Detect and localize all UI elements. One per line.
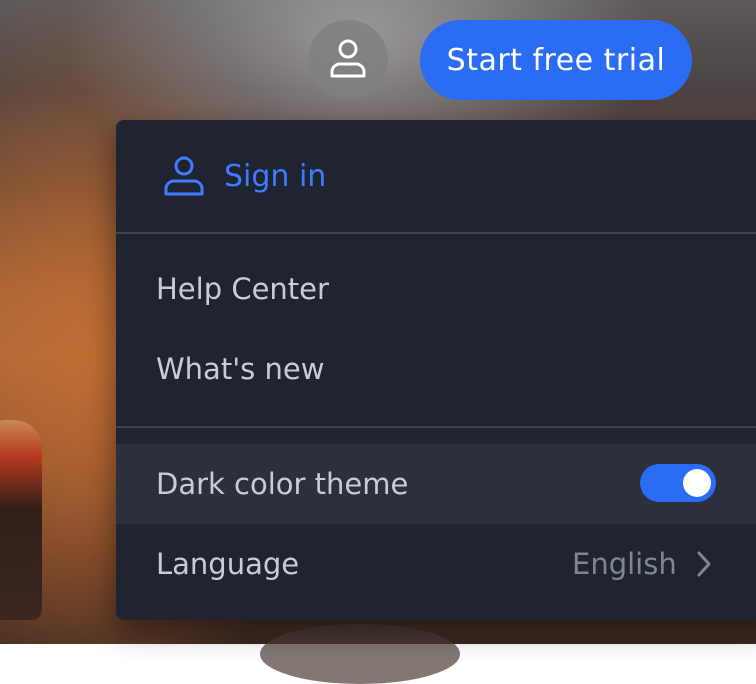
foreground-rock bbox=[260, 624, 460, 684]
dark-theme-toggle[interactable] bbox=[640, 464, 716, 502]
account-dropdown-menu: Sign in Help Center What's new Dark colo… bbox=[116, 120, 756, 620]
sign-in-button[interactable]: Sign in bbox=[116, 120, 756, 232]
sign-in-label: Sign in bbox=[224, 158, 327, 194]
menu-item-dark-theme: Dark color theme bbox=[116, 444, 756, 524]
menu-item-whats-new[interactable]: What's new bbox=[116, 331, 756, 407]
menu-divider bbox=[116, 426, 756, 428]
toggle-knob bbox=[683, 469, 711, 497]
account-avatar-button[interactable] bbox=[308, 20, 388, 100]
menu-item-label: What's new bbox=[156, 352, 325, 386]
menu-item-label: Help Center bbox=[156, 272, 329, 306]
language-label: Language bbox=[156, 547, 300, 581]
language-value: English bbox=[572, 547, 677, 581]
menu-item-help-center[interactable]: Help Center bbox=[116, 251, 756, 327]
chevron-right-icon bbox=[694, 550, 714, 578]
hiker-figure bbox=[0, 420, 42, 620]
dark-theme-label: Dark color theme bbox=[156, 467, 409, 501]
menu-item-language[interactable]: Language English bbox=[116, 524, 756, 604]
start-free-trial-button[interactable]: Start free trial bbox=[420, 20, 692, 100]
user-icon bbox=[162, 154, 206, 198]
menu-divider bbox=[116, 232, 756, 234]
user-icon bbox=[326, 36, 370, 84]
